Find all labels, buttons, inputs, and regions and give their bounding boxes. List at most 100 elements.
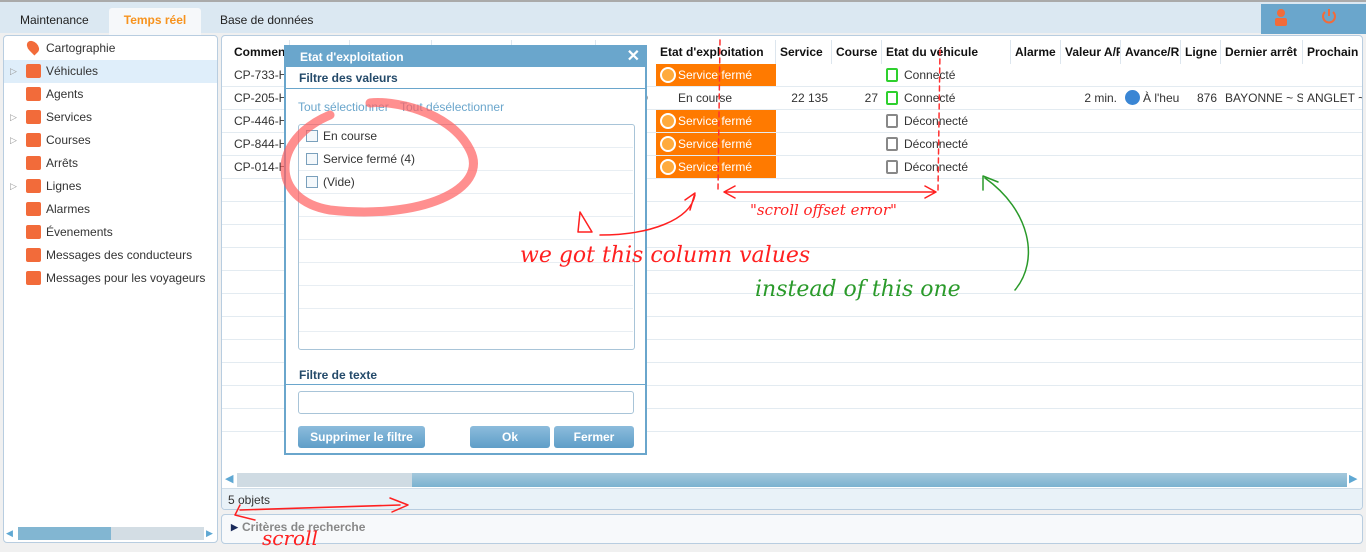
- column-header[interactable]: Commen: [230, 40, 290, 64]
- tab-base-de-donnees[interactable]: Base de données: [208, 8, 325, 35]
- filter-option[interactable]: En course: [299, 125, 633, 148]
- sidebar-item[interactable]: Évenements: [4, 221, 217, 244]
- sidebar-hscrollbar[interactable]: ◀ ▶: [6, 526, 216, 540]
- dialog-title-text: Etat d'exploitation: [300, 50, 404, 64]
- column-header[interactable]: Avance/R: [1121, 40, 1181, 64]
- bus-icon: [886, 114, 898, 128]
- cell-course: [832, 133, 882, 155]
- service-folder-icon: [26, 110, 41, 124]
- agent-folder-icon: [26, 87, 41, 101]
- text-section-label: Filtre de texte: [299, 368, 378, 382]
- line-folder-icon: [26, 179, 41, 193]
- expand-icon[interactable]: ▷: [10, 106, 17, 129]
- column-header[interactable]: Alarme: [1011, 40, 1061, 64]
- sidebar-item[interactable]: ▷ Services: [4, 106, 217, 129]
- cell-valeur: [1061, 156, 1121, 178]
- bus-icon: [886, 68, 898, 82]
- empty-option: [299, 217, 633, 240]
- expand-icon[interactable]: ▷: [10, 129, 17, 152]
- cell-valeur: [1061, 110, 1121, 132]
- cell-dernier: BAYONNE ~ S: [1225, 91, 1303, 105]
- cell-service: [776, 64, 832, 86]
- column-header[interactable]: Etat d'exploitation: [656, 40, 776, 64]
- option-label: (Vide): [323, 175, 355, 189]
- text-filter-input[interactable]: [298, 391, 634, 414]
- cell-vehicule: Déconnecté: [882, 156, 1011, 178]
- sidebar-item[interactable]: ▷ Lignes: [4, 175, 217, 198]
- cell-prochain: [1303, 110, 1362, 132]
- filter-option[interactable]: (Vide): [299, 171, 633, 194]
- deselect-all-link[interactable]: Tout désélectionner: [400, 100, 504, 114]
- grid-hscrollbar[interactable]: ◀ ▶: [225, 472, 1361, 488]
- column-header[interactable]: Valeur A/R: [1061, 40, 1121, 64]
- select-all-link[interactable]: Tout sélectionner: [298, 100, 389, 114]
- column-header[interactable]: Course: [832, 40, 882, 64]
- tab-maintenance[interactable]: Maintenance: [8, 8, 101, 35]
- event-folder-icon: [26, 225, 41, 239]
- cell-vehicule: Connecté: [882, 87, 1011, 109]
- sidebar-item-label: Agents: [46, 87, 84, 101]
- values-list: En course Service fermé (4) (Vide): [298, 124, 635, 350]
- cell-ligne: [1181, 156, 1221, 178]
- traveler-message-icon: [26, 271, 41, 285]
- close-icon[interactable]: ✕: [627, 47, 640, 67]
- bus-icon: [886, 137, 898, 151]
- checkbox[interactable]: [306, 176, 318, 188]
- cell-course: [832, 64, 882, 86]
- sidebar-item[interactable]: Messages des conducteurs: [4, 244, 217, 267]
- column-header[interactable]: Dernier arrêt: [1221, 40, 1303, 64]
- sidebar-item-label: Services: [46, 110, 93, 124]
- column-header[interactable]: Ligne: [1181, 40, 1221, 64]
- column-header[interactable]: Service: [776, 40, 832, 64]
- scroll-left-arrow[interactable]: ◀: [225, 472, 233, 485]
- cell-vehicule: Connecté: [882, 64, 1011, 86]
- sidebar-item[interactable]: Arrêts: [4, 152, 217, 175]
- cell-dernier: [1221, 156, 1303, 178]
- checkbox[interactable]: [306, 130, 318, 142]
- bus-icon: [886, 91, 898, 105]
- cell-prochain: ANGLET ~: [1307, 91, 1363, 105]
- sidebar-item[interactable]: Alarmes: [4, 198, 217, 221]
- sidebar-item[interactable]: Cartographie: [4, 37, 217, 60]
- cell-etat: Service fermé: [656, 156, 776, 178]
- user-icon[interactable]: [1274, 8, 1288, 26]
- cell-course: 27: [864, 91, 878, 105]
- expand-icon[interactable]: ▷: [10, 60, 17, 83]
- bus-status-icon: [660, 159, 676, 175]
- remove-filter-button[interactable]: Supprimer le filtre: [298, 426, 425, 448]
- cell-valeur: [1061, 133, 1121, 155]
- cell-dernier: [1221, 110, 1303, 132]
- scroll-right-arrow[interactable]: ▶: [1349, 472, 1357, 485]
- cell-service: [776, 156, 832, 178]
- sidebar-tree: Cartographie ▷ Véhicules Agents ▷ Services ▷ Co…: [3, 35, 218, 543]
- search-criteria-panel[interactable]: ▶ Critères de recherche: [221, 514, 1363, 544]
- scroll-thumb[interactable]: [18, 527, 111, 540]
- empty-option: [299, 309, 633, 332]
- checkbox[interactable]: [306, 153, 318, 165]
- sidebar-item[interactable]: ▷ Véhicules: [4, 60, 217, 83]
- close-button[interactable]: Fermer: [554, 426, 634, 448]
- power-icon[interactable]: [1321, 7, 1337, 25]
- sidebar-item[interactable]: ▷ Courses: [4, 129, 217, 152]
- cell-comment: CP-446-H: [234, 114, 288, 128]
- empty-option: [299, 240, 633, 263]
- column-header[interactable]: Etat du véhicule: [882, 40, 1011, 64]
- course-folder-icon: [26, 133, 41, 147]
- cell-etat: En course: [678, 91, 733, 105]
- map-pin-icon: [24, 38, 42, 56]
- cell-course: [832, 110, 882, 132]
- filter-option[interactable]: Service fermé (4): [299, 148, 633, 171]
- column-header[interactable]: Prochain a: [1303, 40, 1362, 64]
- sidebar-item[interactable]: Agents: [4, 83, 217, 106]
- sidebar-item[interactable]: Messages pour les voyageurs: [4, 267, 217, 290]
- expand-icon[interactable]: ▷: [10, 175, 17, 198]
- tab-temps-reel[interactable]: Temps réel: [109, 8, 201, 35]
- sidebar-item-label: Messages des conducteurs: [46, 248, 193, 262]
- sidebar-item-label: Alarmes: [46, 202, 91, 216]
- ok-button[interactable]: Ok: [470, 426, 550, 448]
- cell-service: [776, 133, 832, 155]
- cell-dernier: [1221, 133, 1303, 155]
- dialog-title: Etat d'exploitation ✕: [286, 47, 645, 67]
- option-label: En course: [323, 129, 378, 143]
- scroll-thumb[interactable]: [412, 473, 1347, 487]
